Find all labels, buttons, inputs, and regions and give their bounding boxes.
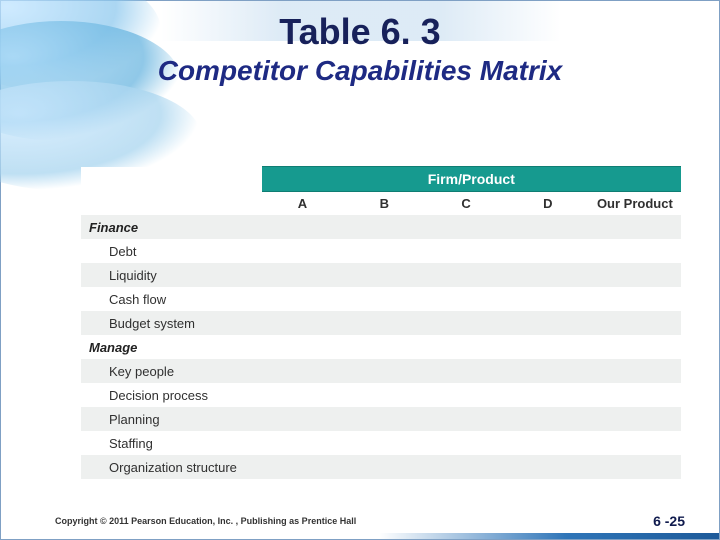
row-key-people: Key people [81,359,262,383]
row-cash-flow: Cash flow [81,287,262,311]
matrix-table: Firm/Product A B C D Our Product Finance [81,166,681,479]
col-our-product: Our Product [589,192,681,216]
table-row: Finance [81,215,681,239]
table-row: Planning [81,407,681,431]
table-row: Decision process [81,383,681,407]
title-main: Table 6. 3 [1,11,719,53]
slide: Table 6. 3 Competitor Capabilities Matri… [0,0,720,540]
row-staffing: Staffing [81,431,262,455]
section-manage: Manage [81,335,262,359]
row-liquidity: Liquidity [81,263,262,287]
col-b: B [343,192,425,216]
col-d: D [507,192,589,216]
row-org-structure: Organization structure [81,455,262,479]
title-sub: Competitor Capabilities Matrix [1,55,719,87]
row-planning: Planning [81,407,262,431]
table-row: Cash flow [81,287,681,311]
col-c: C [425,192,507,216]
header-blank [81,192,262,216]
title-block: Table 6. 3 Competitor Capabilities Matri… [1,11,719,87]
table-row: Manage [81,335,681,359]
table-row: Staffing [81,431,681,455]
row-decision-process: Decision process [81,383,262,407]
table-row: Organization structure [81,455,681,479]
table-row: Liquidity [81,263,681,287]
bottom-accent-decoration [379,533,719,539]
row-budget-system: Budget system [81,311,262,335]
table-row: Debt [81,239,681,263]
table-row: Budget system [81,311,681,335]
copyright-text: Copyright © 2011 Pearson Education, Inc.… [55,516,356,526]
table-row: Key people [81,359,681,383]
section-finance: Finance [81,215,262,239]
col-a: A [262,192,344,216]
header-spacer [81,167,262,192]
page-number: 6 -25 [653,513,685,529]
header-super: Firm/Product [262,167,681,192]
row-debt: Debt [81,239,262,263]
